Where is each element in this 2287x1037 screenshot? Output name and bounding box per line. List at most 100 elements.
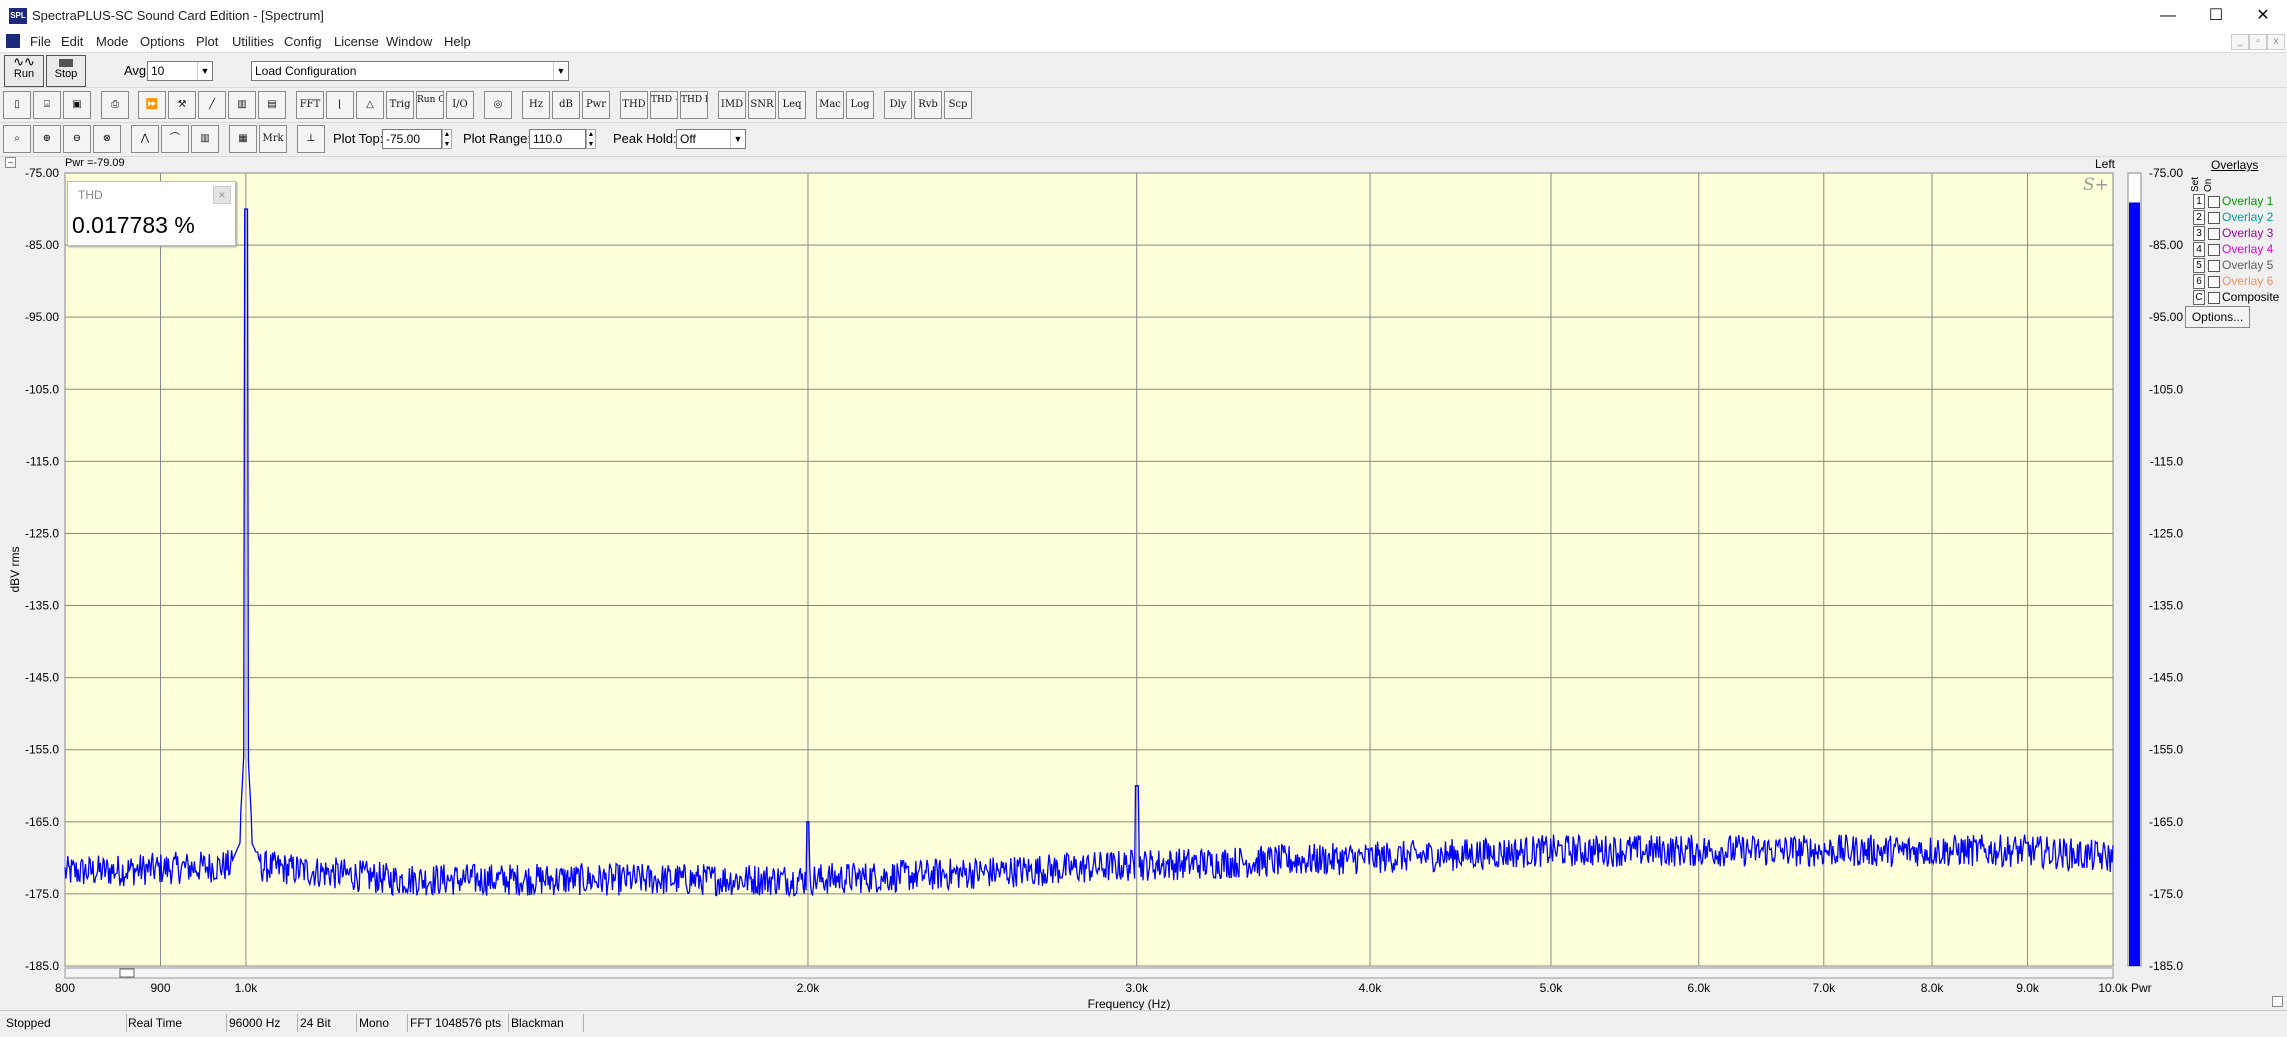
meter-tick-label: -155.0 <box>2149 743 2183 757</box>
snr-button[interactable]: SNR <box>748 91 776 119</box>
zoom-icon[interactable]: ⌕ <box>3 125 31 153</box>
imd-button[interactable]: IMD <box>718 91 746 119</box>
menu-license[interactable]: License <box>334 34 379 49</box>
3d-surface-icon[interactable]: ▤ <box>258 91 286 119</box>
menu-file[interactable]: File <box>30 34 51 49</box>
overlays-set-label: Set <box>2190 176 2201 192</box>
line-plot-icon[interactable]: ⋀ <box>131 125 159 153</box>
overlay-set-button[interactable]: 2 <box>2193 210 2205 225</box>
zoom-out-2x-icon[interactable]: ⊖ <box>63 125 91 153</box>
overlay-set-button[interactable]: 1 <box>2193 194 2205 209</box>
x-tick-label: 3.0k <box>1125 981 1149 995</box>
spectrum-view-icon[interactable]: ▥ <box>228 91 256 119</box>
overlay-set-button[interactable]: 4 <box>2193 242 2205 257</box>
mrk-button[interactable]: Mrk <box>259 125 287 153</box>
menu-help[interactable]: Help <box>444 34 471 49</box>
pwr-button[interactable]: Pwr <box>582 91 610 119</box>
overlay-on-checkbox[interactable] <box>2208 228 2220 240</box>
thd-close-icon[interactable]: ✕ <box>213 186 231 204</box>
overlay-on-checkbox[interactable] <box>2208 260 2220 272</box>
thd-readout-window[interactable]: THD ✕ 0.017783 % <box>67 181 236 246</box>
fft-button[interactable]: FFT <box>296 91 324 119</box>
zoom-in-2x-icon[interactable]: ⊕ <box>33 125 61 153</box>
avg-dropdown-icon[interactable]: ▼ <box>197 62 212 80</box>
playback-icon[interactable]: ⏩ <box>138 91 166 119</box>
y-tick-label: -155.0 <box>25 743 59 757</box>
menu-options[interactable]: Options <box>140 34 185 49</box>
mdi-minimize-button[interactable]: _ <box>2231 34 2249 50</box>
overlay-set-button[interactable]: 5 <box>2193 258 2205 273</box>
peak-hold-dropdown-icon[interactable]: ▼ <box>730 130 745 148</box>
menu-utilities[interactable]: Utilities <box>232 34 274 49</box>
mdi-doc-icon[interactable] <box>6 34 20 48</box>
stop-button[interactable]: Stop <box>46 55 86 87</box>
spectrum-chart[interactable]: -75.00 -85.00 -95.00 -105.0 -115.0 -125.0 -135… <box>0 158 2287 1010</box>
plot-top-spinner[interactable]: ▲ ▼ <box>442 129 452 149</box>
overlay-on-checkbox[interactable] <box>2208 276 2220 288</box>
time-series-icon[interactable]: ╱ <box>198 91 226 119</box>
io-button[interactable]: I/O <box>446 91 474 119</box>
peak-plot-icon[interactable]: ⌒ <box>161 125 189 153</box>
weighting-icon[interactable]: △ <box>356 91 384 119</box>
load-configuration-select[interactable]: Load Configuration <box>251 61 569 81</box>
bar-plot-icon[interactable]: ▥ <box>191 125 219 153</box>
resize-grip-icon[interactable] <box>2272 996 2283 1007</box>
overlay-set-button[interactable]: 3 <box>2193 226 2205 241</box>
menu-plot[interactable]: Plot <box>196 34 218 49</box>
menu-edit[interactable]: Edit <box>61 34 83 49</box>
cursor-icon[interactable]: ⊥ <box>297 125 325 153</box>
menu-config[interactable]: Config <box>284 34 322 49</box>
run-ctrl-button[interactable]: Run Ctrl <box>416 91 444 119</box>
dly-button[interactable]: Dly <box>884 91 912 119</box>
log-button[interactable]: Log <box>846 91 874 119</box>
save-icon[interactable]: ▣ <box>63 91 91 119</box>
overlay-label: Overlay 4 <box>2222 242 2274 256</box>
close-button[interactable]: ✕ <box>2240 0 2286 32</box>
meter-tick-label: -145.0 <box>2149 671 2183 685</box>
mdi-restore-button[interactable]: ▫ <box>2249 34 2267 50</box>
leq-button[interactable]: Leq <box>778 91 806 119</box>
overlay-on-checkbox[interactable] <box>2208 244 2220 256</box>
menu-mode[interactable]: Mode <box>96 34 129 49</box>
mdi-close-button[interactable]: x <box>2267 34 2285 50</box>
edit-wave-icon[interactable]: ⚒ <box>168 91 196 119</box>
overlay-set-button[interactable]: 6 <box>2193 274 2205 289</box>
thd-freq-button[interactable]: THD Freq <box>680 91 708 119</box>
maximize-button[interactable]: ☐ <box>2193 0 2239 32</box>
overlay-on-checkbox[interactable] <box>2208 212 2220 224</box>
rvb-button[interactable]: Rvb <box>914 91 942 119</box>
overlay-set-button[interactable]: C <box>2193 290 2205 305</box>
x-tick-label: 9.0k <box>2016 981 2040 995</box>
trig-button[interactable]: Trig <box>386 91 414 119</box>
collapse-icon[interactable]: – <box>5 157 16 168</box>
thd-button[interactable]: THD <box>620 91 648 119</box>
run-button[interactable]: ∿∿ Run <box>4 55 44 87</box>
thd-n-button[interactable]: THD +N <box>650 91 678 119</box>
new-file-icon[interactable]: ▯ <box>3 91 31 119</box>
y-tick-label: -185.0 <box>25 959 59 973</box>
plot-range-spinner[interactable]: ▲ ▼ <box>586 129 596 149</box>
zoom-out-full-icon[interactable]: ⊗ <box>93 125 121 153</box>
mac-button[interactable]: Mac <box>816 91 844 119</box>
overlay-label: Overlay 1 <box>2222 194 2274 208</box>
minimize-button[interactable]: — <box>2145 0 2191 32</box>
plot-range-input[interactable]: 110.0 <box>529 129 586 149</box>
plot-top-input[interactable]: -75.00 <box>382 129 442 149</box>
hz-button[interactable]: Hz <box>522 91 550 119</box>
db-button[interactable]: dB <box>552 91 580 119</box>
config-dropdown-icon[interactable]: ▼ <box>553 62 568 80</box>
overlay-options-button[interactable]: Options... <box>2185 306 2250 328</box>
overlay-on-checkbox[interactable] <box>2208 196 2220 208</box>
menu-window[interactable]: Window <box>386 34 432 49</box>
open-folder-icon[interactable]: ⌸ <box>33 91 61 119</box>
overlay-on-checkbox[interactable] <box>2208 292 2220 304</box>
grid-icon[interactable]: ▦ <box>229 125 257 153</box>
print-icon[interactable]: ⎙ <box>101 91 129 119</box>
pwr-meter-label: Pwr <box>2131 981 2152 995</box>
y-tick-label: -105.0 <box>25 382 59 396</box>
plot-top-value: -75.00 <box>386 132 421 146</box>
meter-tick-label: -125.0 <box>2149 526 2183 540</box>
signal-generator-icon[interactable]: ◎ <box>484 91 512 119</box>
scp-button[interactable]: Scp <box>944 91 972 119</box>
scaling-icon[interactable]: ⌊ <box>326 91 354 119</box>
